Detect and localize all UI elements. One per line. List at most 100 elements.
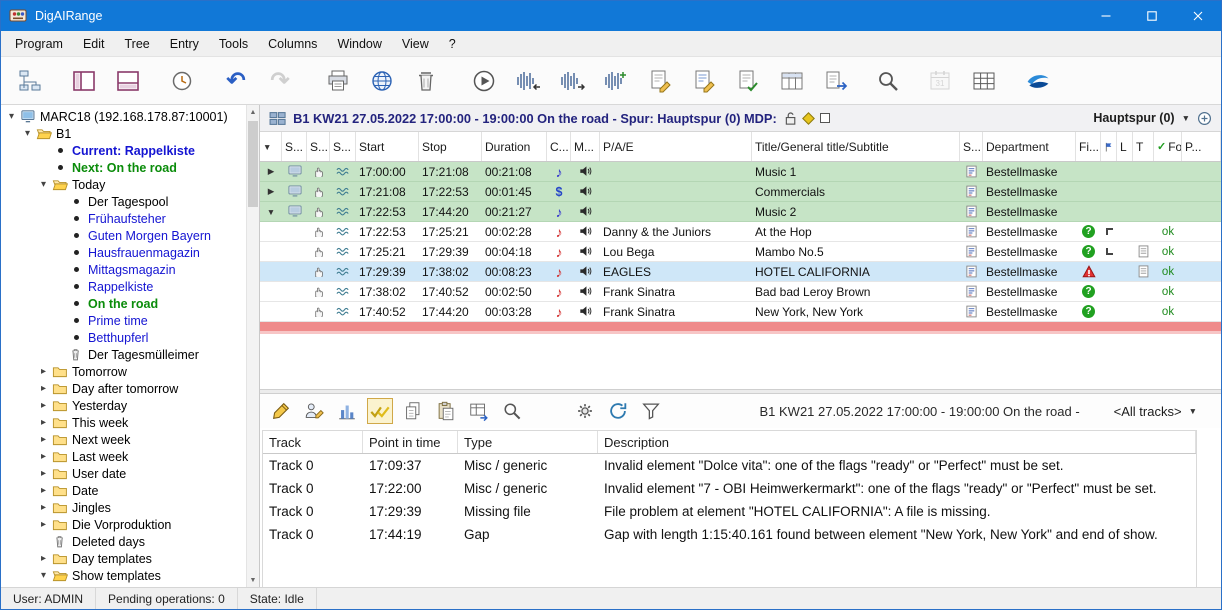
doc-edit2-icon[interactable]: [689, 66, 719, 96]
tree-item[interactable]: ▸This week: [1, 414, 246, 431]
trash-icon[interactable]: [411, 66, 441, 96]
problems-column-track[interactable]: Track: [263, 431, 363, 453]
filter-icon[interactable]: [638, 398, 664, 424]
wave-mix-icon[interactable]: [601, 66, 631, 96]
column-header-s1[interactable]: S...: [282, 132, 307, 161]
tree-item[interactable]: ▸Date: [1, 482, 246, 499]
add-track-icon[interactable]: [1197, 111, 1212, 126]
user-edit-icon[interactable]: [301, 398, 327, 424]
tree-item[interactable]: ▸Die Vorproduktion: [1, 516, 246, 533]
tree-item[interactable]: Der Tagespool: [1, 193, 246, 210]
tree-item[interactable]: Der Tagesmülleimer: [1, 346, 246, 363]
column-header-c[interactable]: C...: [547, 132, 571, 161]
undo-icon[interactable]: ↶: [221, 66, 251, 96]
tree-item[interactable]: ▸User date: [1, 465, 246, 482]
menu-entry[interactable]: Entry: [160, 31, 209, 56]
expander-closed-icon[interactable]: ▸: [37, 519, 50, 530]
tree-item[interactable]: Guten Morgen Bayern: [1, 227, 246, 244]
column-header-pae[interactable]: P/A/E: [600, 132, 752, 161]
process-icon[interactable]: [572, 398, 598, 424]
problem-row[interactable]: Track 017:22:00Misc / genericInvalid ele…: [263, 477, 1196, 500]
print-icon[interactable]: [323, 66, 353, 96]
tree-item[interactable]: Next: On the road: [1, 159, 246, 176]
expander-open-icon[interactable]: ▾: [21, 128, 34, 139]
tree-item[interactable]: ▸Yesterday: [1, 397, 246, 414]
expander-closed-icon[interactable]: ▸: [37, 434, 50, 445]
tree-scrollbar[interactable]: ▲ ▼: [246, 105, 259, 587]
menu-tree[interactable]: Tree: [114, 31, 159, 56]
tree-item[interactable]: Prime time: [1, 312, 246, 329]
expander-open-icon[interactable]: ▾: [37, 179, 50, 190]
tree-item[interactable]: Betthupferl: [1, 329, 246, 346]
copy-icon[interactable]: [400, 398, 426, 424]
column-header-p[interactable]: P...: [1182, 132, 1221, 161]
column-header-s4[interactable]: S...: [960, 132, 983, 161]
column-header-s2[interactable]: S...: [307, 132, 330, 161]
tree-item[interactable]: ▸Next week: [1, 431, 246, 448]
globe-icon[interactable]: [367, 66, 397, 96]
tree-item[interactable]: ▾B1: [1, 125, 246, 142]
doc-transfer-icon[interactable]: [821, 66, 851, 96]
refresh-icon[interactable]: [605, 398, 631, 424]
problem-row[interactable]: Track 017:29:39Missing fileFile problem …: [263, 500, 1196, 523]
expander-closed-icon[interactable]: ▸: [37, 468, 50, 479]
table-music-icon[interactable]: [777, 66, 807, 96]
chart-icon[interactable]: [334, 398, 360, 424]
expander-closed-icon[interactable]: ▸: [37, 366, 50, 377]
grid-row[interactable]: ▼17:22:5317:44:2000:21:27♪Music 2Bestell…: [260, 202, 1221, 222]
tree-item[interactable]: ▸Jingles: [1, 499, 246, 516]
tree-item[interactable]: Mittagsmagazin: [1, 261, 246, 278]
wave-out-icon[interactable]: [557, 66, 587, 96]
column-header-s3[interactable]: S...: [330, 132, 356, 161]
column-header-f1[interactable]: [1101, 132, 1117, 161]
clock-icon[interactable]: [167, 66, 197, 96]
column-header-stop[interactable]: Stop: [419, 132, 482, 161]
tree-item[interactable]: ▸Last week: [1, 448, 246, 465]
expander-closed-icon[interactable]: ▸: [37, 400, 50, 411]
problems-column-type[interactable]: Type: [458, 431, 598, 453]
menu-edit[interactable]: Edit: [73, 31, 115, 56]
problems-column-point-in-time[interactable]: Point in time: [363, 431, 458, 453]
play-icon[interactable]: [469, 66, 499, 96]
expander-closed-icon[interactable]: ▸: [37, 417, 50, 428]
column-header-fi[interactable]: Fi...: [1076, 132, 1101, 161]
table-export-icon[interactable]: [466, 398, 492, 424]
grid-row[interactable]: 17:29:3917:38:0200:08:23♪EAGLESHOTEL CAL…: [260, 262, 1221, 282]
row-expander-icon[interactable]: ▼: [267, 207, 275, 217]
wave-in-icon[interactable]: [513, 66, 543, 96]
expander-open-icon[interactable]: ▾: [37, 570, 50, 581]
doc-edit-icon[interactable]: [645, 66, 675, 96]
menu-view[interactable]: View: [392, 31, 439, 56]
row-expander-icon[interactable]: ▶: [268, 186, 275, 197]
column-header-title[interactable]: Title/General title/Subtitle: [752, 132, 960, 161]
row-expander-icon[interactable]: ▶: [268, 166, 275, 177]
minimize-button[interactable]: [1083, 1, 1129, 31]
track-selector[interactable]: Hauptspur (0): [1093, 111, 1174, 125]
tree-item[interactable]: Deleted days: [1, 533, 246, 550]
tree-item[interactable]: Rappelkiste: [1, 278, 246, 295]
grid-icon[interactable]: [969, 66, 999, 96]
grid-row[interactable]: ▶17:00:0017:21:0800:21:08♪Music 1Bestell…: [260, 162, 1221, 182]
grid-row[interactable]: 17:22:5317:25:2100:02:28♪Danny & the Jun…: [260, 222, 1221, 242]
scroll-down-icon[interactable]: ▼: [247, 573, 259, 587]
column-header-start[interactable]: Start: [356, 132, 419, 161]
column-header-m[interactable]: M...: [571, 132, 600, 161]
menu-help[interactable]: ?: [439, 31, 466, 56]
expander-closed-icon[interactable]: ▸: [37, 485, 50, 496]
expander-open-icon[interactable]: ▾: [5, 111, 18, 122]
expander-closed-icon[interactable]: ▸: [37, 383, 50, 394]
tree-item[interactable]: ▾MARC18 (192.168.178.87:10001): [1, 108, 246, 125]
tree-item[interactable]: ▸Day after tomorrow: [1, 380, 246, 397]
grid-row[interactable]: 17:25:2117:29:3900:04:18♪Lou BegaMambo N…: [260, 242, 1221, 262]
tree-item[interactable]: ▾Today: [1, 176, 246, 193]
expander-closed-icon[interactable]: ▸: [37, 451, 50, 462]
unlock-icon[interactable]: [784, 111, 797, 126]
tree-item[interactable]: Frühaufsteher: [1, 210, 246, 227]
column-header-exp[interactable]: ▼: [260, 132, 282, 161]
tree-item[interactable]: ▾Show templates: [1, 567, 246, 584]
scroll-up-icon[interactable]: ▲: [247, 105, 259, 119]
menu-window[interactable]: Window: [327, 31, 391, 56]
grid-row[interactable]: 17:40:5217:44:2000:03:28♪Frank SinatraNe…: [260, 302, 1221, 322]
close-button[interactable]: [1175, 1, 1221, 31]
paste-icon[interactable]: [433, 398, 459, 424]
